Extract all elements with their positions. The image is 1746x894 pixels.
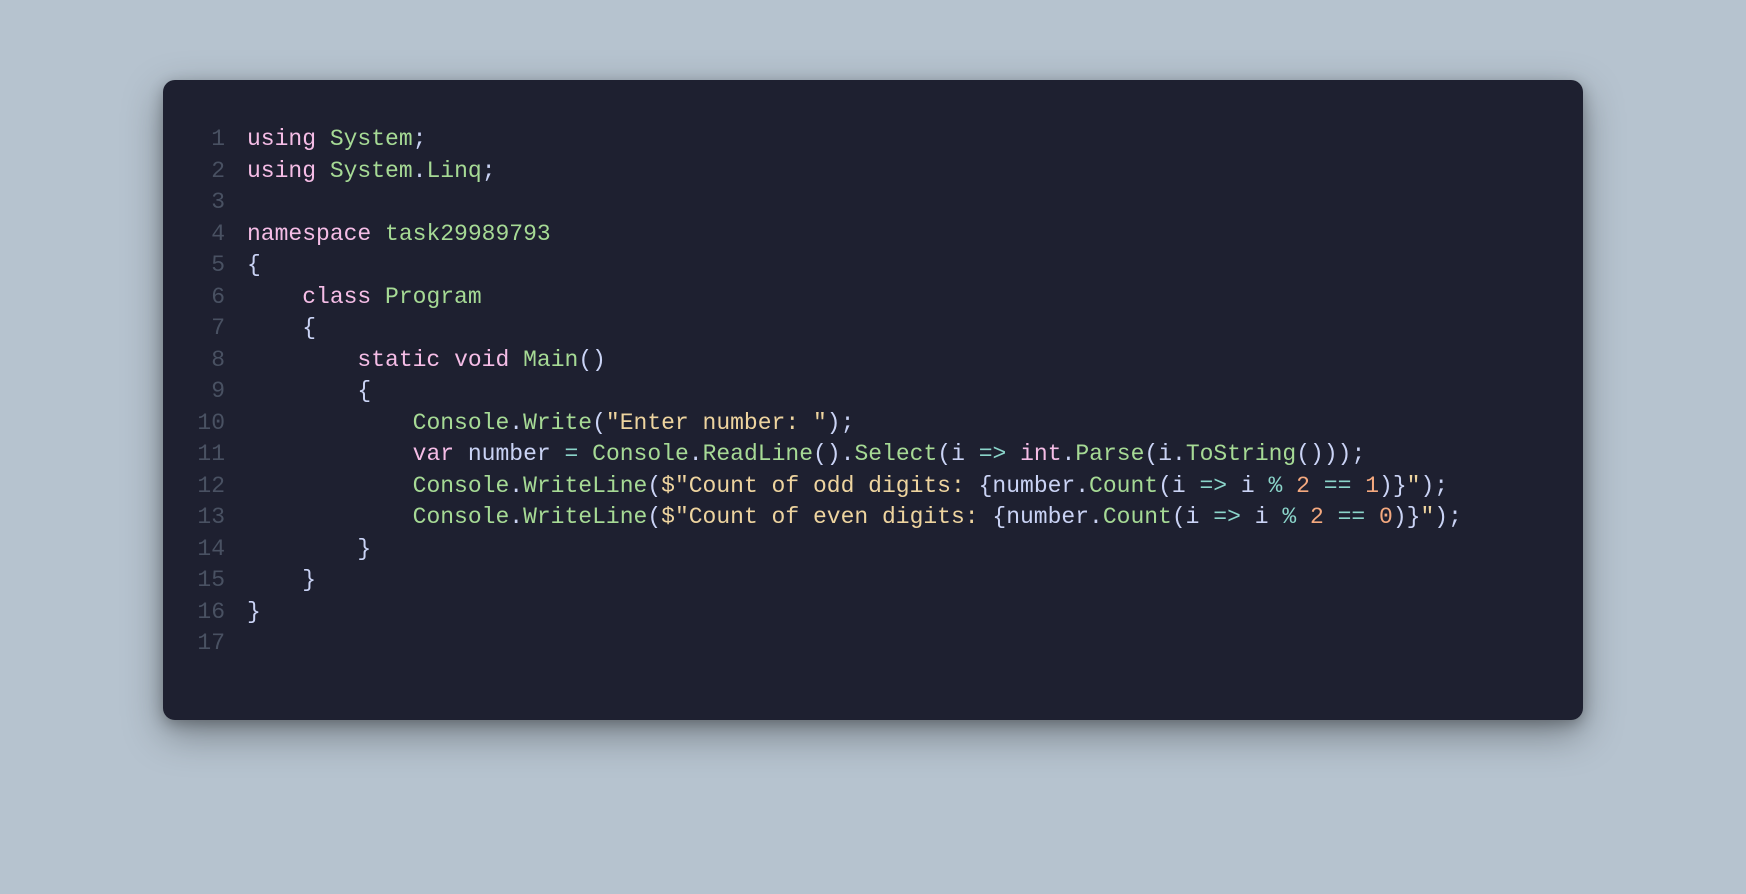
code-line: 4 namespace task29989793 (175, 219, 1555, 251)
code-content: } (247, 565, 316, 597)
code-line: 6 class Program (175, 282, 1555, 314)
code-line: 2 using System.Linq; (175, 156, 1555, 188)
code-line: 3 (175, 187, 1555, 219)
code-line: 14 } (175, 534, 1555, 566)
line-number: 9 (175, 376, 247, 408)
line-number: 10 (175, 408, 247, 440)
code-line: 9 { (175, 376, 1555, 408)
line-number: 3 (175, 187, 247, 219)
line-number: 1 (175, 124, 247, 156)
code-content: Console.WriteLine($"Count of odd digits:… (247, 471, 1448, 503)
code-line: 1 using System; (175, 124, 1555, 156)
line-number: 11 (175, 439, 247, 471)
code-content (247, 628, 261, 660)
line-number: 5 (175, 250, 247, 282)
code-card: 1 using System; 2 using System.Linq; 3 4… (163, 80, 1583, 720)
code-content: static void Main() (247, 345, 606, 377)
code-line: 13 Console.WriteLine($"Count of even dig… (175, 502, 1555, 534)
line-number: 12 (175, 471, 247, 503)
code-content: using System.Linq; (247, 156, 496, 188)
code-content (247, 187, 261, 219)
line-number: 4 (175, 219, 247, 251)
code-line: 11 var number = Console.ReadLine().Selec… (175, 439, 1555, 471)
line-number: 7 (175, 313, 247, 345)
line-number: 2 (175, 156, 247, 188)
code-line: 7 { (175, 313, 1555, 345)
code-content: var number = Console.ReadLine().Select(i… (247, 439, 1365, 471)
code-content: class Program (247, 282, 482, 314)
code-content: using System; (247, 124, 426, 156)
code-content: { (247, 250, 261, 282)
code-content: } (247, 597, 261, 629)
code-content: namespace task29989793 (247, 219, 551, 251)
line-number: 17 (175, 628, 247, 660)
line-number: 13 (175, 502, 247, 534)
code-line: 8 static void Main() (175, 345, 1555, 377)
line-number: 16 (175, 597, 247, 629)
code-content: Console.Write("Enter number: "); (247, 408, 854, 440)
code-content: } (247, 534, 371, 566)
code-line: 5 { (175, 250, 1555, 282)
code-line: 10 Console.Write("Enter number: "); (175, 408, 1555, 440)
code-content: { (247, 376, 371, 408)
line-number: 8 (175, 345, 247, 377)
code-line: 15 } (175, 565, 1555, 597)
code-content: Console.WriteLine($"Count of even digits… (247, 502, 1462, 534)
code-content: { (247, 313, 316, 345)
line-number: 14 (175, 534, 247, 566)
code-line: 17 (175, 628, 1555, 660)
line-number: 15 (175, 565, 247, 597)
code-line: 12 Console.WriteLine($"Count of odd digi… (175, 471, 1555, 503)
line-number: 6 (175, 282, 247, 314)
code-line: 16 } (175, 597, 1555, 629)
